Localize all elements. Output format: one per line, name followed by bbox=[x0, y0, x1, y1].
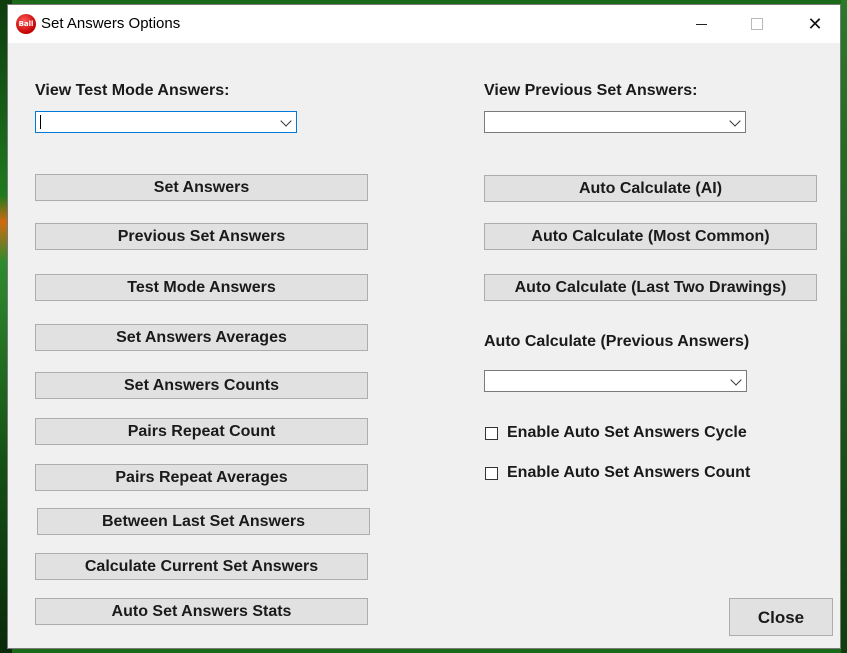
view-previous-set-answers-combo[interactable] bbox=[484, 111, 746, 133]
text-caret bbox=[40, 115, 41, 129]
minimize-button[interactable] bbox=[678, 5, 724, 43]
view-test-mode-answers-combo[interactable] bbox=[35, 111, 297, 133]
view-previous-set-answers-label: View Previous Set Answers: bbox=[484, 82, 698, 99]
app-ball-icon: Ball bbox=[16, 14, 36, 34]
desktop-background-right bbox=[841, 0, 847, 653]
auto-calculate-previous-answers-combo[interactable] bbox=[484, 370, 747, 392]
window-close-icon[interactable]: ✕ bbox=[792, 5, 838, 43]
pairs-repeat-averages-button[interactable]: Pairs Repeat Averages bbox=[35, 464, 368, 491]
auto-calculate-last-two-drawings-button[interactable]: Auto Calculate (Last Two Drawings) bbox=[484, 274, 817, 301]
chevron-down-icon[interactable] bbox=[280, 115, 292, 127]
chevron-down-icon[interactable] bbox=[730, 374, 742, 386]
set-answers-options-dialog: Ball Set Answers Options ✕ View Test Mod… bbox=[7, 4, 841, 649]
set-answers-button[interactable]: Set Answers bbox=[35, 174, 368, 201]
calculate-current-set-answers-button[interactable]: Calculate Current Set Answers bbox=[35, 553, 368, 580]
chevron-down-icon[interactable] bbox=[729, 115, 741, 127]
set-answers-counts-button[interactable]: Set Answers Counts bbox=[35, 372, 368, 399]
pairs-repeat-count-button[interactable]: Pairs Repeat Count bbox=[35, 418, 368, 445]
auto-calculate-previous-answers-label: Auto Calculate (Previous Answers) bbox=[484, 333, 750, 350]
close-button[interactable]: Close bbox=[729, 598, 833, 636]
set-answers-averages-button[interactable]: Set Answers Averages bbox=[35, 324, 368, 351]
previous-set-answers-button[interactable]: Previous Set Answers bbox=[35, 223, 368, 250]
between-last-set-answers-button[interactable]: Between Last Set Answers bbox=[37, 508, 370, 535]
auto-calculate-ai-button[interactable]: Auto Calculate (AI) bbox=[484, 175, 817, 202]
enable-auto-set-answers-cycle-checkbox[interactable] bbox=[485, 427, 498, 440]
test-mode-answers-button[interactable]: Test Mode Answers bbox=[35, 274, 368, 301]
maximize-button bbox=[734, 5, 780, 43]
window-title: Set Answers Options bbox=[41, 15, 181, 32]
enable-auto-set-answers-cycle-label[interactable]: Enable Auto Set Answers Cycle bbox=[507, 424, 747, 442]
enable-auto-set-answers-count-label[interactable]: Enable Auto Set Answers Count bbox=[507, 464, 750, 482]
auto-set-answers-stats-button[interactable]: Auto Set Answers Stats bbox=[35, 598, 368, 625]
title-bar[interactable]: Ball Set Answers Options ✕ bbox=[8, 5, 840, 43]
auto-calculate-most-common-button[interactable]: Auto Calculate (Most Common) bbox=[484, 223, 817, 250]
view-test-mode-answers-label: View Test Mode Answers: bbox=[35, 82, 230, 99]
enable-auto-set-answers-count-checkbox[interactable] bbox=[485, 467, 498, 480]
